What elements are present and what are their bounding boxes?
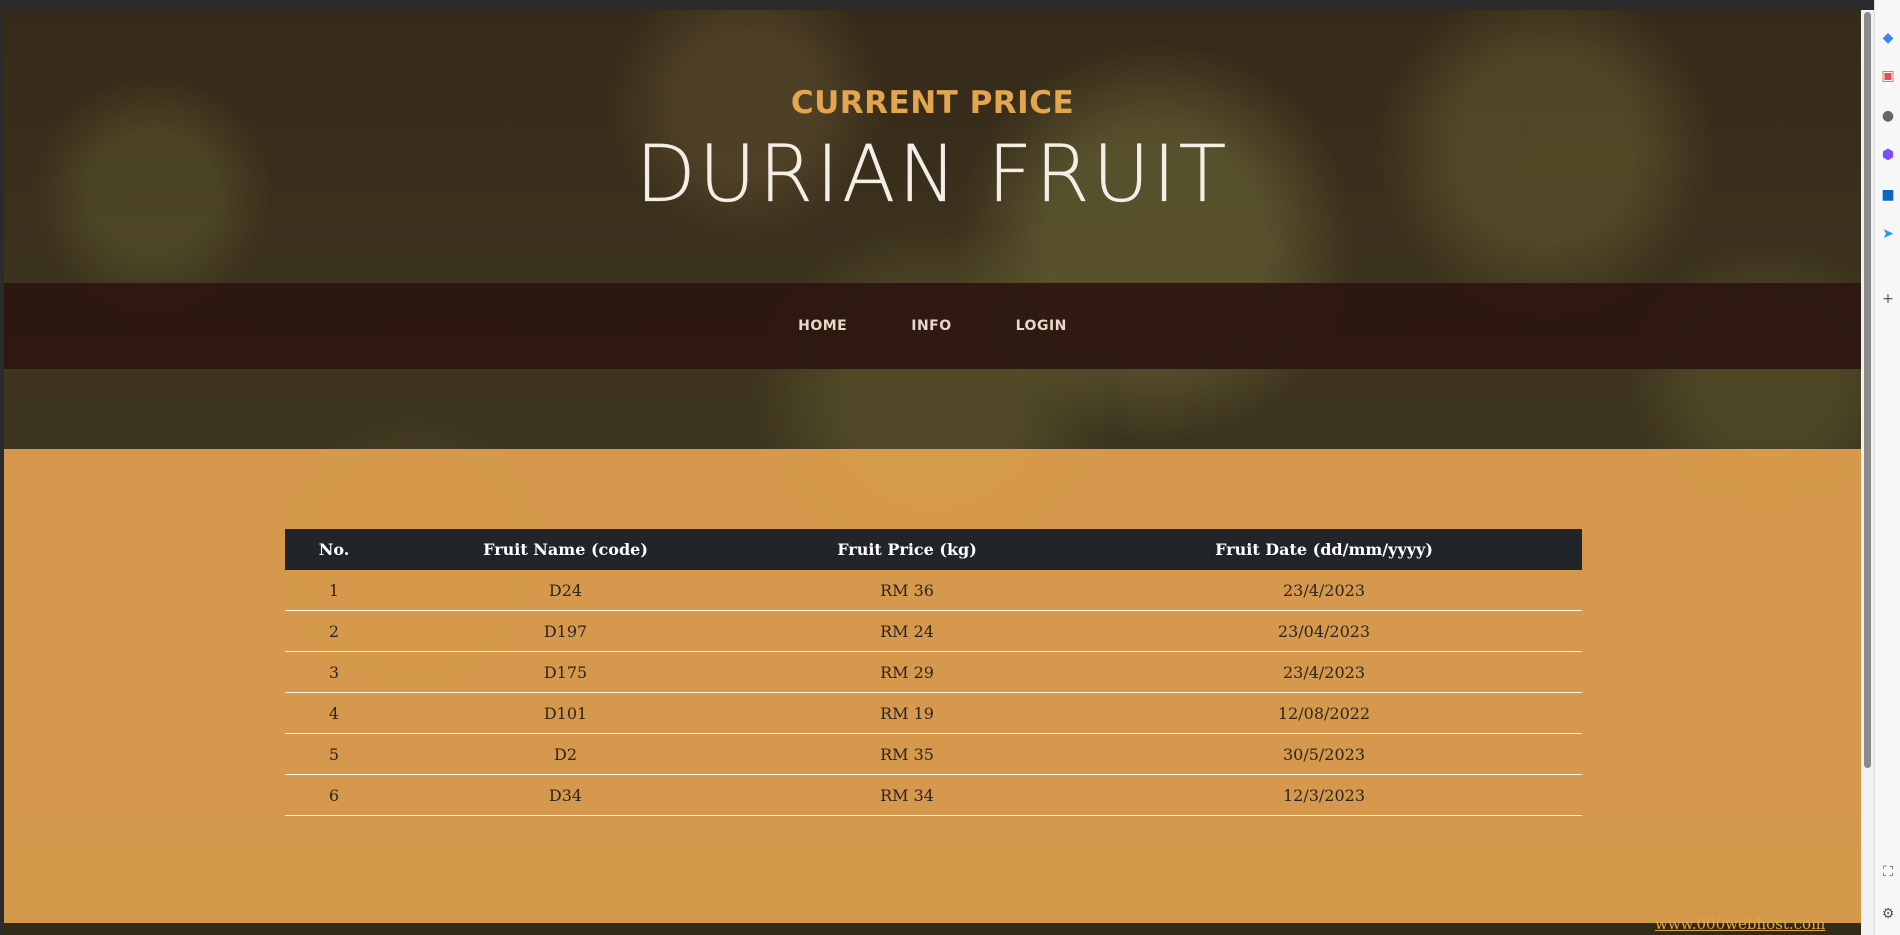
nav-login-link[interactable]: LOGIN	[984, 318, 1099, 334]
scrollbar-thumb[interactable]	[1864, 12, 1871, 768]
cell-no: 3	[285, 651, 383, 693]
plus-icon[interactable]: +	[1880, 291, 1896, 307]
cell-date: 23/4/2023	[1066, 570, 1582, 611]
cell-date: 12/3/2023	[1066, 774, 1582, 816]
cell-price: RM 34	[748, 774, 1066, 816]
cell-date: 30/5/2023	[1066, 733, 1582, 775]
cell-name: D175	[383, 651, 748, 693]
browser-sidebar: ◆ ▣ ● ⬢ ■ ➤ + ⛶ ⚙	[1874, 0, 1900, 935]
screenshot-icon[interactable]: ⛶	[1880, 864, 1896, 880]
main-navbar: HOME INFO LOGIN	[4, 283, 1861, 369]
nav-home-link[interactable]: HOME	[766, 318, 879, 334]
person-icon[interactable]: ●	[1880, 108, 1896, 124]
table-row: 1 D24 RM 36 23/4/2023	[285, 570, 1582, 611]
table-row: 4 D101 RM 19 12/08/2022	[285, 692, 1582, 734]
hexagon-icon[interactable]: ⬢	[1880, 147, 1896, 163]
briefcase-icon[interactable]: ▣	[1880, 68, 1896, 84]
cell-no: 2	[285, 610, 383, 652]
page-scrollbar[interactable]	[1861, 10, 1874, 935]
browser-top-edge	[0, 0, 1874, 10]
cell-date: 23/4/2023	[1066, 651, 1582, 693]
table-row: 5 D2 RM 35 30/5/2023	[285, 733, 1582, 775]
cell-name: D34	[383, 774, 748, 816]
table-row: 2 D197 RM 24 23/04/2023	[285, 610, 1582, 652]
price-table: No. Fruit Name (code) Fruit Price (kg) F…	[285, 529, 1582, 816]
cell-no: 5	[285, 733, 383, 775]
header-fruit-date: Fruit Date (dd/mm/yyyy)	[1215, 540, 1433, 559]
cell-price: RM 29	[748, 651, 1066, 693]
cell-no: 6	[285, 774, 383, 816]
outlook-icon[interactable]: ■	[1880, 187, 1896, 203]
webhost-footer-link[interactable]: www.000webhost.com	[1655, 915, 1825, 933]
header-fruit-name: Fruit Name (code)	[483, 540, 648, 559]
cell-price: RM 19	[748, 692, 1066, 734]
header-no: No.	[318, 540, 350, 559]
header-fruit-price: Fruit Price (kg)	[837, 540, 977, 559]
cell-no: 1	[285, 570, 383, 611]
page-title: DURIAN FRUIT	[635, 130, 1230, 220]
page-viewport: CURRENT PRICE DURIAN FRUIT HOME INFO LOG…	[4, 10, 1861, 935]
table-row: 6 D34 RM 34 12/3/2023	[285, 774, 1582, 816]
gear-icon[interactable]: ⚙	[1880, 906, 1896, 922]
cell-no: 4	[285, 692, 383, 734]
hero-header: CURRENT PRICE DURIAN FRUIT	[4, 10, 1861, 283]
diamond-icon[interactable]: ◆	[1880, 30, 1896, 46]
table-row: 3 D175 RM 29 23/4/2023	[285, 651, 1582, 693]
cell-name: D24	[383, 570, 748, 611]
cell-date: 23/04/2023	[1066, 610, 1582, 652]
cell-price: RM 35	[748, 733, 1066, 775]
cell-name: D101	[383, 692, 748, 734]
cell-name: D2	[383, 733, 748, 775]
send-icon[interactable]: ➤	[1880, 226, 1896, 242]
cell-price: RM 24	[748, 610, 1066, 652]
cell-date: 12/08/2022	[1066, 692, 1582, 734]
cell-price: RM 36	[748, 570, 1066, 611]
hero-kicker: CURRENT PRICE	[790, 85, 1075, 121]
nav-info-link[interactable]: INFO	[879, 318, 983, 334]
cell-name: D197	[383, 610, 748, 652]
table-header-row: No. Fruit Name (code) Fruit Price (kg) F…	[285, 529, 1582, 570]
price-section: No. Fruit Name (code) Fruit Price (kg) F…	[4, 449, 1861, 923]
